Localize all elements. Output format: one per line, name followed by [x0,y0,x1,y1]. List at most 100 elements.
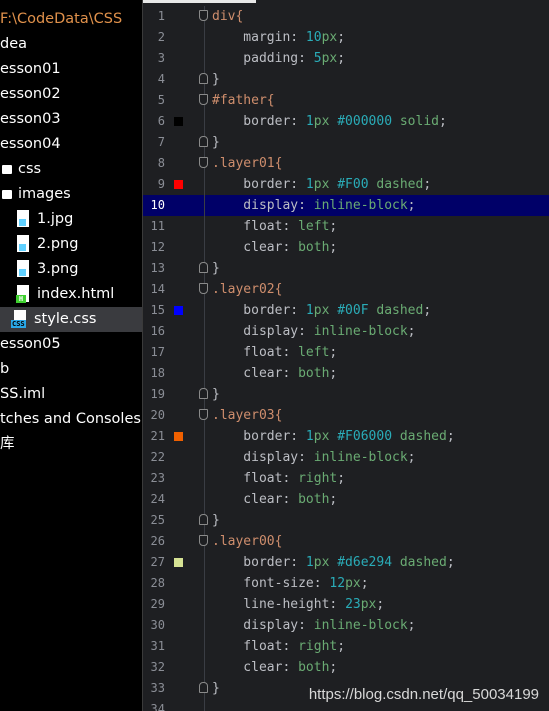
tree-item[interactable]: CSS style.css [0,307,142,332]
code-line[interactable]: 22 display: inline-block; [143,447,549,468]
tree-item[interactable]: images [0,182,71,207]
code-line[interactable]: 27 border: 1px #d6e294 dashed; [143,552,549,573]
code-line[interactable]: 30 display: inline-block; [143,615,549,636]
tree-item[interactable]: esson04 [0,132,61,157]
tree-item[interactable]: dea [0,32,27,57]
code-line[interactable]: 1 div{ [143,6,549,27]
fold-close-icon[interactable] [199,73,208,84]
line-number: 18 [150,366,165,380]
code-area[interactable]: 1 div{2 margin: 10px; 3 padding: 5px; 4} 5 #f… [143,6,549,711]
line-number: 23 [150,471,165,485]
fold-close-icon[interactable] [199,262,208,273]
tree-item[interactable]: esson02 [0,82,61,107]
fold-open-icon[interactable] [199,409,208,420]
code-line[interactable]: 29 line-height: 23px; [143,594,549,615]
code-line[interactable]: 17 float: left; [143,342,549,363]
fold-open-icon[interactable] [199,535,208,546]
code-editor[interactable]: 1 div{2 margin: 10px; 3 padding: 5px; 4} 5 #f… [143,0,549,711]
code-line[interactable]: 31 float: right; [143,636,549,657]
code-token: clear: [212,492,299,507]
fold-open-icon[interactable] [199,10,208,21]
code-text: float: right; [212,636,345,657]
code-line[interactable]: 19} [143,384,549,405]
code-line[interactable]: 18 clear: both; [143,363,549,384]
fold-close-icon[interactable] [199,388,208,399]
gutter-guide [204,321,205,342]
code-token: inline-block [313,450,408,465]
tree-item[interactable]: esson05 [0,332,61,357]
code-line[interactable]: 8 .layer01{ [143,153,549,174]
line-number: 12 [150,240,165,254]
fold-close-icon[interactable] [199,514,208,525]
code-line[interactable]: 25} [143,510,549,531]
tree-item[interactable]: 1.jpg [0,207,73,232]
code-line[interactable]: 20 .layer03{ [143,405,549,426]
code-line[interactable]: 10 display: inline-block; [143,195,549,216]
code-token: 1 [305,177,314,192]
tree-item[interactable]: F:\CodeData\CSS [0,7,122,32]
code-text: } [212,510,220,531]
code-line[interactable]: 6 border: 1px #000000 solid; [143,111,549,132]
color-swatch-icon[interactable] [174,306,183,315]
code-token: ; [337,639,346,654]
tree-item[interactable]: 库 [0,432,15,457]
fold-open-icon[interactable] [199,283,208,294]
code-text: font-size: 12px; [212,573,368,594]
color-swatch-icon[interactable] [174,180,183,189]
code-token: both [298,240,330,255]
code-line[interactable]: 21 border: 1px #F06000 dashed; [143,426,549,447]
code-line[interactable]: 15 border: 1px #00F dashed; [143,300,549,321]
code-line[interactable]: 13} [143,258,549,279]
tree-item-label: esson05 [0,336,61,352]
code-line[interactable]: 9 border: 1px #F00 dashed; [143,174,549,195]
code-line[interactable]: 7} [143,132,549,153]
color-swatch-icon[interactable] [174,117,183,126]
html-file-icon: H [16,285,30,303]
tree-item[interactable]: tches and Consoles [0,407,141,432]
code-token: border: [212,303,306,318]
tree-item[interactable]: Hindex.html [0,282,114,307]
line-number: 32 [150,660,165,674]
code-line[interactable]: 2 margin: 10px; [143,27,549,48]
code-line[interactable]: 5 #father{ [143,90,549,111]
code-token: px [313,177,338,192]
code-text: clear: both; [212,363,337,384]
code-line[interactable]: 16 display: inline-block; [143,321,549,342]
gutter-guide [204,447,205,468]
tree-item[interactable]: esson03 [0,107,61,132]
code-line[interactable]: 23 float: right; [143,468,549,489]
tree-item[interactable]: 2.png [0,232,78,257]
code-line[interactable]: 14 .layer02{ [143,279,549,300]
tree-item-label: tches and Consoles [0,411,141,427]
code-line[interactable]: 24 clear: both; [143,489,549,510]
code-line[interactable]: 11 float: left; [143,216,549,237]
code-line[interactable]: 4} [143,69,549,90]
code-line[interactable]: 28 font-size: 12px; [143,573,549,594]
code-text: display: inline-block; [212,321,415,342]
code-line[interactable]: 32 clear: both; [143,657,549,678]
color-swatch-icon[interactable] [174,558,183,567]
code-line[interactable]: 26 .layer00{ [143,531,549,552]
code-token: clear: [212,660,299,675]
tree-item[interactable]: b [0,357,9,382]
code-token: inline-block [313,618,408,633]
code-token: clear: [212,366,299,381]
gutter-guide [204,615,205,636]
fold-close-icon[interactable] [199,136,208,147]
code-text: display: inline-block; [212,615,415,636]
code-text: float: left; [212,216,337,237]
code-token: } [212,681,220,696]
tree-item[interactable]: 3.png [0,257,78,282]
tree-item[interactable]: esson01 [0,57,61,82]
fold-open-icon[interactable] [199,157,208,168]
fold-close-icon[interactable] [199,682,208,693]
fold-open-icon[interactable] [199,94,208,105]
line-number: 34 [150,702,165,711]
code-token: border: [212,177,306,192]
code-line[interactable]: 3 padding: 5px; [143,48,549,69]
tree-item[interactable]: css [0,157,41,182]
gutter-guide [204,216,205,237]
tree-item[interactable]: SS.iml [0,382,45,407]
color-swatch-icon[interactable] [174,432,183,441]
code-line[interactable]: 12 clear: both; [143,237,549,258]
